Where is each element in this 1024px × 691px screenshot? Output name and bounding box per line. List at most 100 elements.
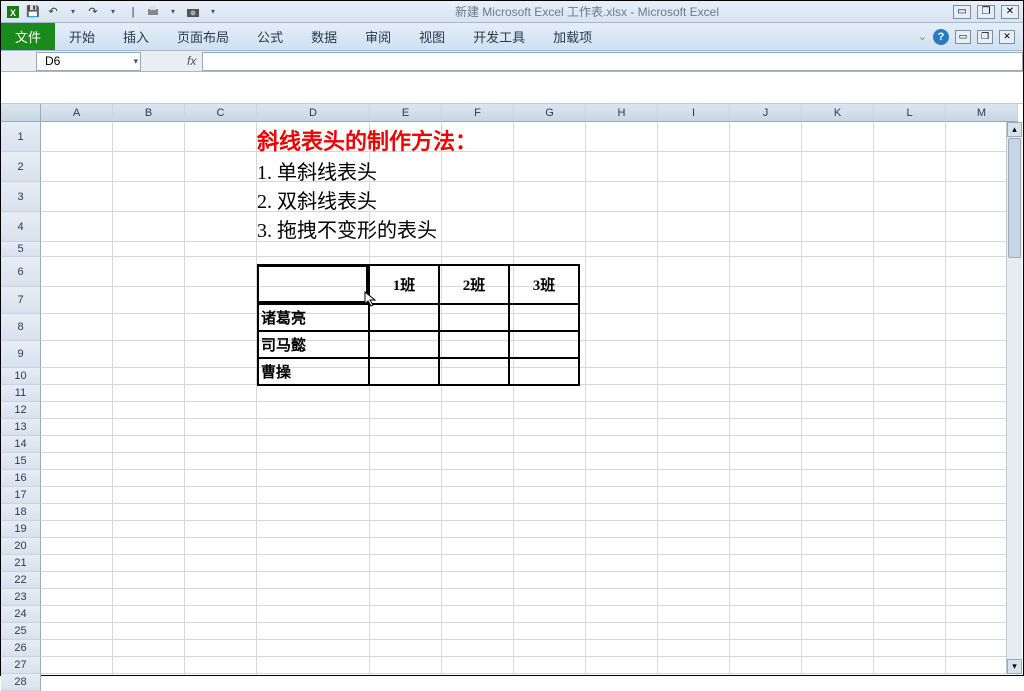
grid-cell[interactable] — [41, 402, 113, 419]
grid-cell[interactable] — [185, 212, 257, 242]
grid-cell[interactable] — [874, 436, 946, 453]
grid-cell[interactable] — [802, 657, 874, 674]
grid-cell[interactable] — [370, 470, 442, 487]
grid-cell[interactable] — [658, 657, 730, 674]
grid-cell[interactable] — [658, 606, 730, 623]
grid-cell[interactable] — [442, 504, 514, 521]
row-header[interactable]: 27 — [1, 657, 41, 674]
grid-cell[interactable] — [185, 640, 257, 657]
grid-cell[interactable] — [514, 504, 586, 521]
grid-cell[interactable] — [658, 242, 730, 257]
fx-icon[interactable]: fx — [187, 54, 196, 68]
grid-cell[interactable] — [113, 572, 185, 589]
grid-cell[interactable] — [370, 521, 442, 538]
grid-cell[interactable] — [257, 623, 370, 640]
grid-cell[interactable] — [257, 606, 370, 623]
grid-cell[interactable] — [442, 212, 514, 242]
grid-cell[interactable] — [658, 572, 730, 589]
grid-cell[interactable] — [874, 657, 946, 674]
grid-cell[interactable] — [874, 122, 946, 152]
grid-cell[interactable] — [113, 287, 185, 314]
grid-cell[interactable] — [113, 521, 185, 538]
grid-cell[interactable] — [514, 453, 586, 470]
grid-cell[interactable] — [113, 182, 185, 212]
grid-cell[interactable] — [658, 504, 730, 521]
grid-cell[interactable] — [41, 538, 113, 555]
grid-cell[interactable] — [730, 453, 802, 470]
grid-cell[interactable] — [874, 385, 946, 402]
table-cell[interactable] — [509, 358, 579, 385]
table-cell[interactable] — [439, 304, 509, 331]
grid-cell[interactable] — [730, 521, 802, 538]
table-cell[interactable] — [439, 331, 509, 358]
cells[interactable]: 斜线表头的制作方法： 1. 单斜线表头 2. 双斜线表头 3. 拖拽不变形的表头… — [41, 122, 1023, 675]
table-cell[interactable] — [509, 304, 579, 331]
grid-cell[interactable] — [442, 606, 514, 623]
grid-cell[interactable] — [257, 402, 370, 419]
grid-cell[interactable] — [185, 538, 257, 555]
grid-cell[interactable] — [113, 453, 185, 470]
grid-cell[interactable] — [442, 152, 514, 182]
grid-cell[interactable] — [442, 657, 514, 674]
grid-cell[interactable] — [802, 368, 874, 385]
grid-cell[interactable] — [442, 487, 514, 504]
grid-cell[interactable] — [257, 487, 370, 504]
grid-cell[interactable] — [514, 555, 586, 572]
grid-cell[interactable] — [113, 419, 185, 436]
grid-cell[interactable] — [113, 504, 185, 521]
grid-cell[interactable] — [730, 257, 802, 287]
grid-cell[interactable] — [730, 385, 802, 402]
grid-cell[interactable] — [370, 453, 442, 470]
grid-cell[interactable] — [586, 368, 658, 385]
grid-cell[interactable] — [514, 487, 586, 504]
grid-cell[interactable] — [658, 538, 730, 555]
grid-cell[interactable] — [802, 182, 874, 212]
grid-cell[interactable] — [113, 152, 185, 182]
grid-cell[interactable] — [802, 402, 874, 419]
grid-cell[interactable] — [514, 436, 586, 453]
row-header[interactable]: 10 — [1, 368, 41, 385]
grid-cell[interactable] — [257, 640, 370, 657]
table-cell[interactable] — [509, 331, 579, 358]
grid-cell[interactable] — [185, 623, 257, 640]
grid-cell[interactable] — [370, 623, 442, 640]
table-cell[interactable]: 司马懿 — [258, 331, 369, 358]
grid-cell[interactable] — [41, 657, 113, 674]
grid-cell[interactable] — [658, 257, 730, 287]
grid-cell[interactable] — [41, 182, 113, 212]
row-header[interactable]: 14 — [1, 436, 41, 453]
grid-cell[interactable] — [442, 182, 514, 212]
grid-cell[interactable] — [113, 640, 185, 657]
grid-cell[interactable] — [185, 674, 257, 675]
grid-cell[interactable] — [658, 470, 730, 487]
grid-cell[interactable] — [113, 674, 185, 675]
column-header[interactable]: I — [658, 104, 730, 122]
grid-cell[interactable] — [41, 640, 113, 657]
grid-cell[interactable] — [730, 606, 802, 623]
grid-cell[interactable] — [514, 674, 586, 675]
grid-cell[interactable] — [185, 314, 257, 341]
grid-cell[interactable] — [185, 504, 257, 521]
grid-cell[interactable] — [370, 152, 442, 182]
grid-cell[interactable] — [442, 623, 514, 640]
grid-cell[interactable] — [41, 521, 113, 538]
camera-icon[interactable] — [185, 4, 201, 20]
grid-cell[interactable] — [257, 419, 370, 436]
undo-dropdown-icon[interactable]: ▾ — [65, 4, 81, 20]
grid-cell[interactable] — [874, 674, 946, 675]
grid-cell[interactable] — [113, 487, 185, 504]
row-header[interactable]: 11 — [1, 385, 41, 402]
column-header[interactable]: L — [874, 104, 946, 122]
row-header[interactable]: 3 — [1, 182, 41, 212]
row-header[interactable]: 26 — [1, 640, 41, 657]
workbook-minimize-button[interactable]: ▭ — [955, 30, 971, 44]
grid-cell[interactable] — [185, 257, 257, 287]
grid-cell[interactable] — [185, 152, 257, 182]
grid-cell[interactable] — [874, 212, 946, 242]
grid-cell[interactable] — [802, 341, 874, 368]
grid-cell[interactable] — [442, 242, 514, 257]
grid-cell[interactable] — [185, 242, 257, 257]
grid-cell[interactable] — [257, 470, 370, 487]
grid-cell[interactable] — [658, 314, 730, 341]
grid-cell[interactable] — [185, 470, 257, 487]
